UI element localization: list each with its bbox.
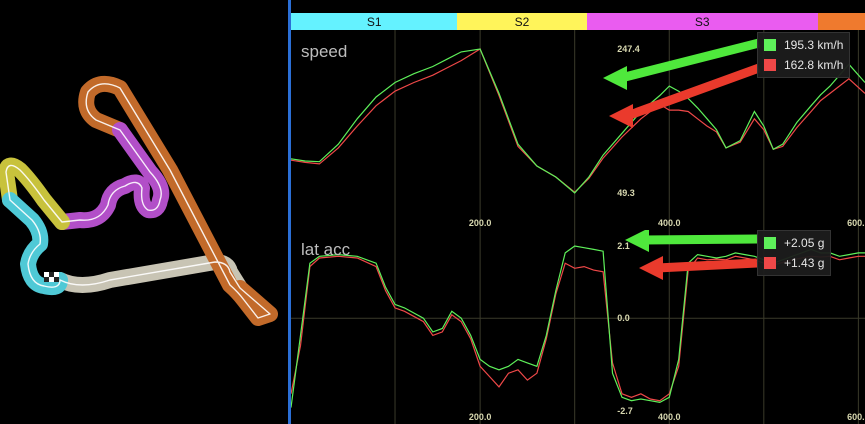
latacc-value-lap-b: +1.43 g xyxy=(784,256,825,270)
telemetry-app: S1 S2 S3 200.0 400.0 600.0 247.4 49.3 speed … xyxy=(0,0,865,424)
arrow-head xyxy=(603,66,627,90)
x-tick-label: 400.0 xyxy=(658,412,681,422)
speed-value-lap-a: 195.3 km/h xyxy=(784,38,844,52)
sector-bar: S1 S2 S3 xyxy=(291,13,865,30)
latacc-label: lat acc xyxy=(301,240,351,259)
y-value-label: 2.1 xyxy=(617,241,630,251)
speed-legend: 195.3 km/h 162.8 km/h xyxy=(757,32,851,78)
sector-s4[interactable] xyxy=(817,13,865,30)
sector-label: S2 xyxy=(514,14,530,29)
speed-label: speed xyxy=(301,42,348,61)
legend-row-lap-b: +1.43 g xyxy=(764,253,824,273)
sector-label: S1 xyxy=(366,14,382,29)
series-line-lap-b xyxy=(291,255,865,402)
y-value-label: 49.3 xyxy=(617,188,635,198)
x-tick-label: 200.0 xyxy=(469,412,492,422)
latacc-chart-panel[interactable]: 200.0 400.0 600.0 2.1 0.0 -2.7 lat acc +2.05 … xyxy=(291,230,865,424)
legend-row-lap-a: +2.05 g xyxy=(764,233,824,253)
x-tick-label: 400.0 xyxy=(658,218,681,228)
lap-a-swatch xyxy=(764,237,776,249)
lap-b-swatch xyxy=(764,59,776,71)
x-tick-label: 600.0 xyxy=(847,412,865,422)
sector-label: S3 xyxy=(694,14,710,29)
lap-b-swatch xyxy=(764,257,776,269)
latacc-legend: +2.05 g +1.43 g xyxy=(757,230,832,276)
y-value-label: -2.7 xyxy=(617,406,633,416)
arrow-shaft xyxy=(642,234,758,245)
lap-a-swatch xyxy=(764,39,776,51)
arrow-head xyxy=(639,256,663,280)
sector-s3[interactable]: S3 xyxy=(586,13,818,30)
sector-s2[interactable]: S2 xyxy=(457,13,587,30)
latacc-value-lap-a: +2.05 g xyxy=(784,236,825,250)
y-value-label: 0.0 xyxy=(617,313,630,323)
red-arrow-icon xyxy=(639,256,758,280)
x-tick-label: 600.0 xyxy=(847,218,865,228)
x-tick-label: 200.0 xyxy=(469,218,492,228)
legend-row-lap-a: 195.3 km/h xyxy=(764,35,843,55)
speed-value-lap-b: 162.8 km/h xyxy=(784,58,844,72)
checkered-flag-icon xyxy=(44,272,59,282)
green-arrow-icon xyxy=(625,230,758,252)
sector-s1[interactable]: S1 xyxy=(291,13,458,30)
arrow-head xyxy=(609,104,633,128)
y-value-label: 247.4 xyxy=(617,44,640,54)
speed-chart-panel[interactable]: 200.0 400.0 600.0 247.4 49.3 speed 195.3 km/… xyxy=(291,30,865,230)
track-map[interactable] xyxy=(0,0,288,424)
arrow-shaft xyxy=(656,258,758,273)
legend-row-lap-b: 162.8 km/h xyxy=(764,55,843,75)
